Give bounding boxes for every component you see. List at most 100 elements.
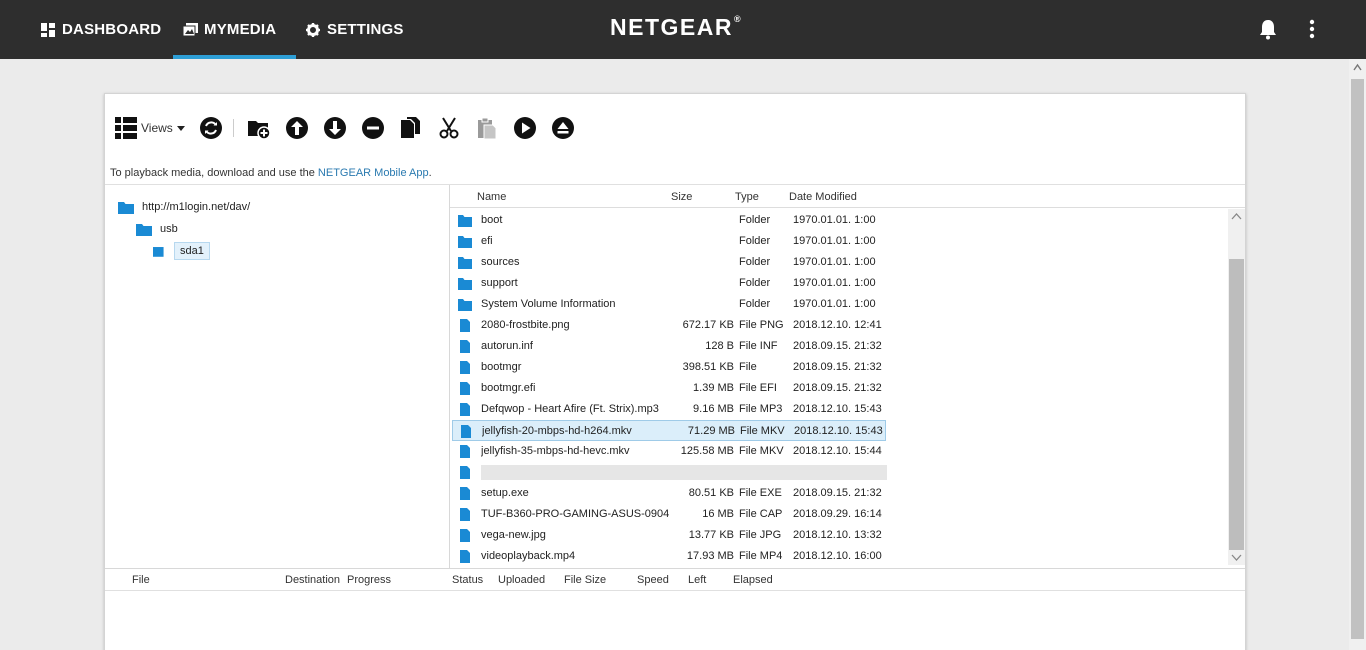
column-name[interactable]: Name [477, 191, 506, 203]
new-folder-icon[interactable] [247, 116, 271, 140]
tree-node-sda1[interactable]: sda1 [153, 241, 210, 261]
file-name: jellyfish-20-mbps-hd-h264.mkv [482, 425, 632, 437]
notice-suffix: . [428, 167, 432, 179]
transfer-column-status[interactable]: Status [452, 574, 483, 586]
bell-icon[interactable] [1258, 18, 1278, 40]
file-row[interactable]: bootmgr 398.51 KB File 2018.09.15. 21:32 [452, 357, 886, 378]
tree-sda1-label: sda1 [174, 242, 210, 260]
download-icon[interactable] [323, 116, 347, 140]
file-date-modified: 1970.01.01. 1:00 [793, 256, 876, 268]
transfer-column-file-size[interactable]: File Size [564, 574, 606, 586]
file-size: 672.17 KB [682, 319, 734, 331]
file-name: bootmgr.efi [481, 382, 536, 394]
upload-icon[interactable] [285, 116, 309, 140]
folder-row[interactable]: efi Folder 1970.01.01. 1:00 [452, 231, 886, 252]
transfer-column-speed[interactable]: Speed [637, 574, 669, 586]
scroll-up-arrow-icon[interactable] [1231, 212, 1242, 220]
file-row[interactable]: vega-new.jpg 13.77 KB File JPG 2018.12.10. … [452, 525, 886, 546]
nav-dashboard[interactable]: DASHBOARD [40, 0, 161, 59]
top-navigation-bar: DASHBOARD MYMEDIA SETTINGS NETGEAR® [0, 0, 1366, 59]
file-size: 80.51 KB [688, 487, 734, 499]
file-row[interactable]: setup.exe 80.51 KB File EXE 2018.09.15. 21:… [452, 483, 886, 504]
cut-icon[interactable] [437, 116, 461, 140]
file-date-modified: 2018.12.10. 15:43 [794, 425, 883, 437]
file-date-modified: 2018.12.10. 15:43 [793, 403, 882, 415]
file-row[interactable]: autorun.inf 128 B File INF 2018.09.15. 21:3… [452, 336, 886, 357]
file-type: File MKV [739, 445, 784, 457]
file-type: Folder [739, 256, 771, 268]
file-type: File CAP [739, 508, 783, 520]
file-list-scrollbar[interactable] [1228, 209, 1245, 565]
file-size: 128 B [705, 340, 734, 352]
file-type: File [739, 361, 757, 373]
file-size: 398.51 KB [682, 361, 734, 373]
file-row[interactable]: TUF-B360-PRO-GAMING-ASUS-0904.CAP 16 MB Fi… [452, 504, 886, 525]
file-name: System Volume Information [481, 298, 616, 310]
tree-node-root[interactable]: http://m1login.net/dav/ [118, 197, 250, 217]
folder-icon [458, 277, 472, 290]
views-dropdown[interactable]: Views [115, 116, 185, 140]
transfer-queue-header: File Destination Progress Status Uploade… [105, 569, 1245, 591]
folder-row[interactable]: support Folder 1970.01.01. 1:00 [452, 273, 886, 294]
file-row[interactable]: jellyfish-20-mbps-hd-h264.mkv 71.29 MB Fil… [452, 420, 886, 441]
file-type: Folder [739, 235, 771, 247]
page-scrollbar[interactable] [1349, 59, 1366, 650]
file-date-modified: 2018.12.10. 16:00 [793, 550, 882, 562]
playback-notice: To playback media, download and use the … [110, 167, 432, 179]
tree-node-usb[interactable]: usb [136, 219, 178, 239]
file-date-modified: 2018.09.15. 21:32 [793, 361, 882, 373]
file-list-header: Name Size Type Date Modified [450, 185, 1245, 208]
file-name: TUF-B360-PRO-GAMING-ASUS-0904.CAP [481, 508, 669, 520]
empty-row-bar [481, 465, 887, 480]
transfer-column-left[interactable]: Left [688, 574, 706, 586]
file-row[interactable]: jellyfish-35-mbps-hd-hevc.mkv 125.58 MB Fi… [452, 441, 886, 462]
toolbar-separator [233, 119, 234, 137]
folder-row[interactable]: System Volume Information Folder 1970.01.0… [452, 294, 886, 315]
file-name: videoplayback.mp4 [481, 550, 576, 562]
folder-icon [458, 235, 472, 248]
transfer-column-progress[interactable]: Progress [347, 574, 391, 586]
file-row[interactable]: 2080-frostbite.png 672.17 KB File PNG 2018.… [452, 315, 886, 336]
transfer-column-file[interactable]: File [132, 574, 150, 586]
file-row[interactable] [452, 462, 887, 483]
play-icon[interactable] [513, 116, 537, 140]
delete-icon[interactable] [361, 116, 385, 140]
more-menu-icon[interactable] [1305, 18, 1319, 40]
file-name: Defqwop - Heart Afire (Ft. Strix).mp3 [481, 403, 659, 415]
gear-icon [305, 22, 321, 38]
folder-row[interactable]: boot Folder 1970.01.01. 1:00 [452, 210, 886, 231]
file-size: 16 MB [702, 508, 734, 520]
file-icon [459, 425, 473, 438]
column-type[interactable]: Type [735, 191, 759, 203]
file-size: 71.29 MB [687, 425, 735, 437]
grid-icon [115, 117, 137, 139]
file-row[interactable]: videoplayback.mp4 17.93 MB File MP4 2018.12… [452, 546, 886, 565]
file-name: autorun.inf [481, 340, 533, 352]
file-type: File JPG [739, 529, 782, 541]
nav-mymedia[interactable]: MYMEDIA [182, 0, 276, 59]
refresh-icon[interactable] [199, 116, 223, 140]
paste-icon[interactable] [475, 116, 499, 140]
scroll-down-arrow-icon[interactable] [1231, 554, 1242, 562]
file-type: File PNG [739, 319, 784, 331]
file-icon [458, 403, 472, 416]
brand-mark: ® [733, 14, 743, 24]
file-row[interactable]: Defqwop - Heart Afire (Ft. Strix).mp3 9.1… [452, 399, 886, 420]
folder-tree: http://m1login.net/dav/ usb sda1 [105, 185, 449, 568]
file-date-modified: 2018.12.10. 12:41 [793, 319, 882, 331]
eject-icon[interactable] [551, 116, 575, 140]
file-row[interactable]: bootmgr.efi 1.39 MB File EFI 2018.09.15. 21… [452, 378, 886, 399]
transfer-column-destination[interactable]: Destination [285, 574, 340, 586]
transfer-column-elapsed[interactable]: Elapsed [733, 574, 773, 586]
transfer-column-uploaded[interactable]: Uploaded [498, 574, 545, 586]
copy-icon[interactable] [399, 116, 423, 140]
column-size[interactable]: Size [671, 191, 692, 203]
nav-settings[interactable]: SETTINGS [305, 0, 404, 59]
page-scrollbar-thumb[interactable] [1351, 79, 1364, 639]
active-tab-indicator [173, 55, 296, 59]
file-list-scrollbar-thumb[interactable] [1229, 259, 1244, 550]
netgear-mobile-app-link[interactable]: NETGEAR Mobile App [318, 167, 429, 179]
column-date-modified[interactable]: Date Modified [789, 191, 857, 203]
folder-row[interactable]: sources Folder 1970.01.01. 1:00 [452, 252, 886, 273]
scroll-up-arrow-icon[interactable] [1353, 63, 1362, 72]
